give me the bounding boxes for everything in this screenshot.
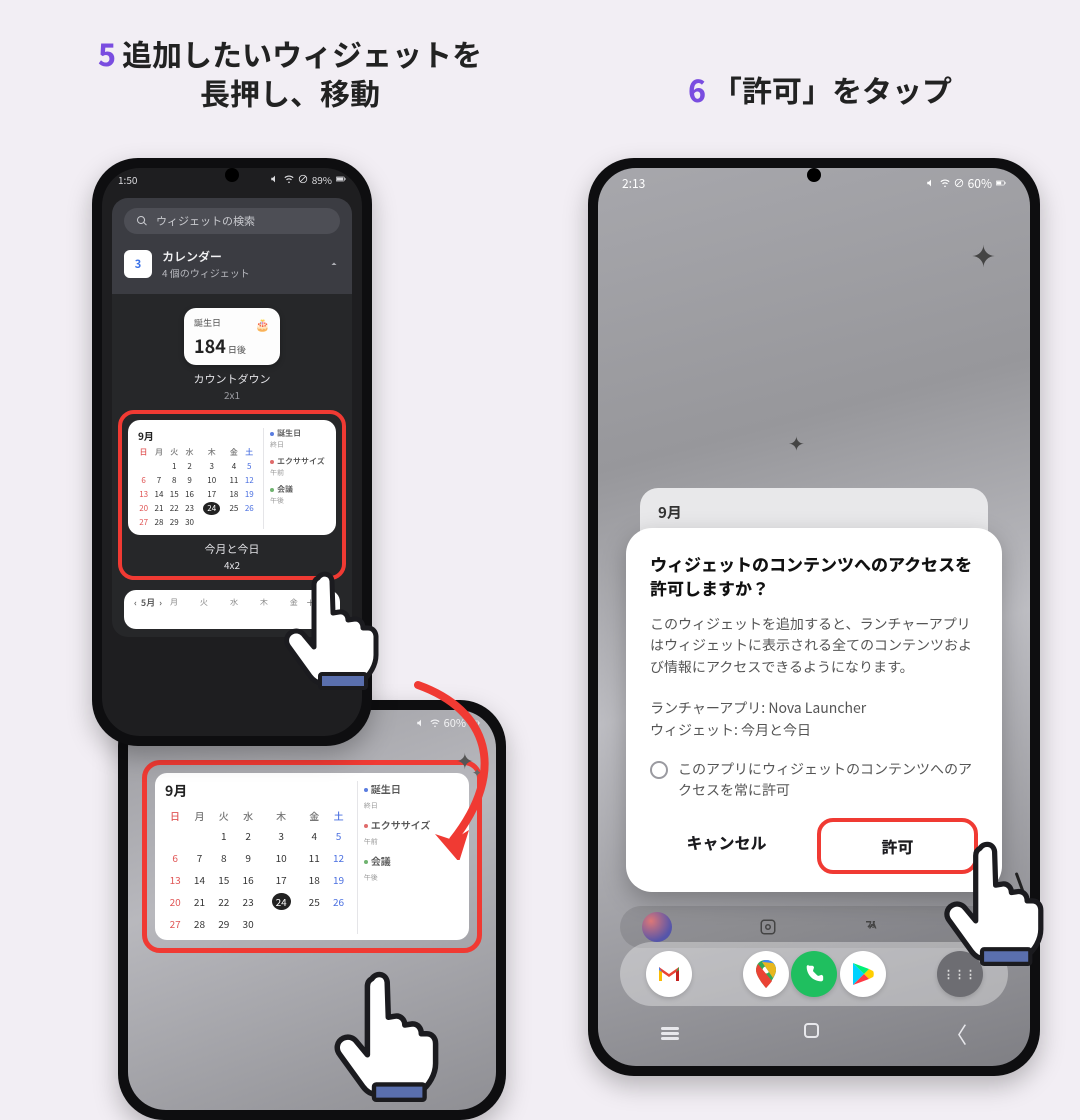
- dock-play-icon[interactable]: [840, 951, 886, 997]
- battery-icon: [336, 174, 346, 184]
- dock-samsung-icon[interactable]: ⋮⋮⋮: [937, 951, 983, 997]
- mute-icon: [926, 178, 936, 188]
- step6-title: 6「許可」をタップ: [605, 70, 1035, 109]
- calendar-widget-preview: 9月日月火水木金土1234567891011121314151617181920…: [128, 420, 336, 535]
- wifi-icon: [284, 174, 294, 184]
- chevron-left-icon: ‹: [134, 596, 137, 609]
- status-time: 1:50: [118, 172, 137, 187]
- mute-icon: [270, 174, 280, 184]
- cake-icon: 🎂: [255, 316, 270, 333]
- widget-timeline[interactable]: ‹5月› 月火水木金 ＋▢: [124, 590, 340, 629]
- app-name: カレンダー: [162, 248, 250, 265]
- drag-arrow-icon: [398, 680, 518, 860]
- allow-button[interactable]: 許可: [817, 818, 978, 874]
- search-placeholder: ウィジェットの検索: [156, 213, 255, 229]
- camera-cutout: [225, 168, 239, 182]
- checkbox-icon: [650, 761, 668, 779]
- widget-countdown[interactable]: 誕生日🎂 184日後 カウントダウン 2x1: [112, 308, 352, 402]
- dialog-body: このウィジェットを追加すると、ランチャーアプリはウィジェットに表示される全てのコ…: [650, 614, 978, 679]
- phone-widget-picker: 1:50 89% ウィジェットの検索 3 カレンダー 4 個のウィジェット: [92, 158, 372, 746]
- widget-search[interactable]: ウィジェットの検索: [124, 208, 340, 234]
- app-widget-count: 4 個のウィジェット: [162, 265, 250, 280]
- plus-icon: ＋: [306, 596, 315, 609]
- calendar-app-icon: 3: [124, 250, 152, 278]
- status-battery: 60%: [968, 175, 992, 192]
- nav-bar: 〈: [598, 1018, 1030, 1050]
- dialog-title: ウィジェットのコンテンツへのアクセスを許可しますか？: [650, 552, 978, 600]
- always-allow-checkbox[interactable]: このアプリにウィジェットのコンテンツへのアクセスを常に許可: [650, 759, 978, 800]
- sparkle-icon: ✦: [971, 232, 996, 276]
- nodata-icon: [298, 174, 308, 184]
- translate-icon[interactable]: [863, 918, 881, 936]
- camera-cutout: [807, 168, 821, 182]
- search-icon: [136, 215, 148, 227]
- app-header-calendar[interactable]: 3 カレンダー 4 個のウィジェット: [124, 248, 340, 280]
- today-icon: ▢: [321, 596, 330, 609]
- nodata-icon: [954, 178, 964, 188]
- dock-phone-icon[interactable]: [791, 951, 837, 997]
- status-time: 2:13: [622, 175, 645, 192]
- dock-gmail-icon[interactable]: [646, 951, 692, 997]
- step6-number: 6: [688, 67, 706, 111]
- lens-icon[interactable]: [759, 918, 777, 936]
- dock-maps-icon[interactable]: [743, 951, 789, 997]
- chevron-up-icon: [328, 258, 340, 270]
- cancel-button[interactable]: キャンセル: [650, 818, 803, 874]
- step5-number: 5: [98, 31, 116, 75]
- nav-home-icon[interactable]: [804, 1018, 819, 1050]
- status-battery: 89%: [312, 172, 332, 187]
- chevron-right-icon: ›: [159, 596, 162, 609]
- nav-recent-icon[interactable]: [661, 1018, 679, 1050]
- wifi-icon: [940, 178, 950, 188]
- widget-monthly-highlight[interactable]: 9月日月火水木金土1234567891011121314151617181920…: [118, 410, 346, 580]
- dock: ⋮⋮⋮: [620, 942, 1008, 1006]
- nav-back-icon[interactable]: 〈: [945, 1018, 967, 1050]
- dialog-meta: ランチャーアプリ: Nova Launcher ウィジェット: 今月と今日: [650, 697, 978, 742]
- permission-dialog: ウィジェットのコンテンツへのアクセスを許可しますか？ このウィジェットを追加する…: [626, 528, 1002, 892]
- share-icon[interactable]: [968, 918, 986, 936]
- avatar-icon: [642, 912, 672, 942]
- step5-title: 5追加したいウィジェットを 長押し、移動: [40, 34, 540, 112]
- phone-permission: 2:13 60% ✦ ✦ 9月 ウィジェットのコンテンツへのアクセスを許可します…: [588, 158, 1040, 1076]
- battery-icon: [996, 178, 1006, 188]
- sparkle-small-icon: ✦: [788, 428, 805, 457]
